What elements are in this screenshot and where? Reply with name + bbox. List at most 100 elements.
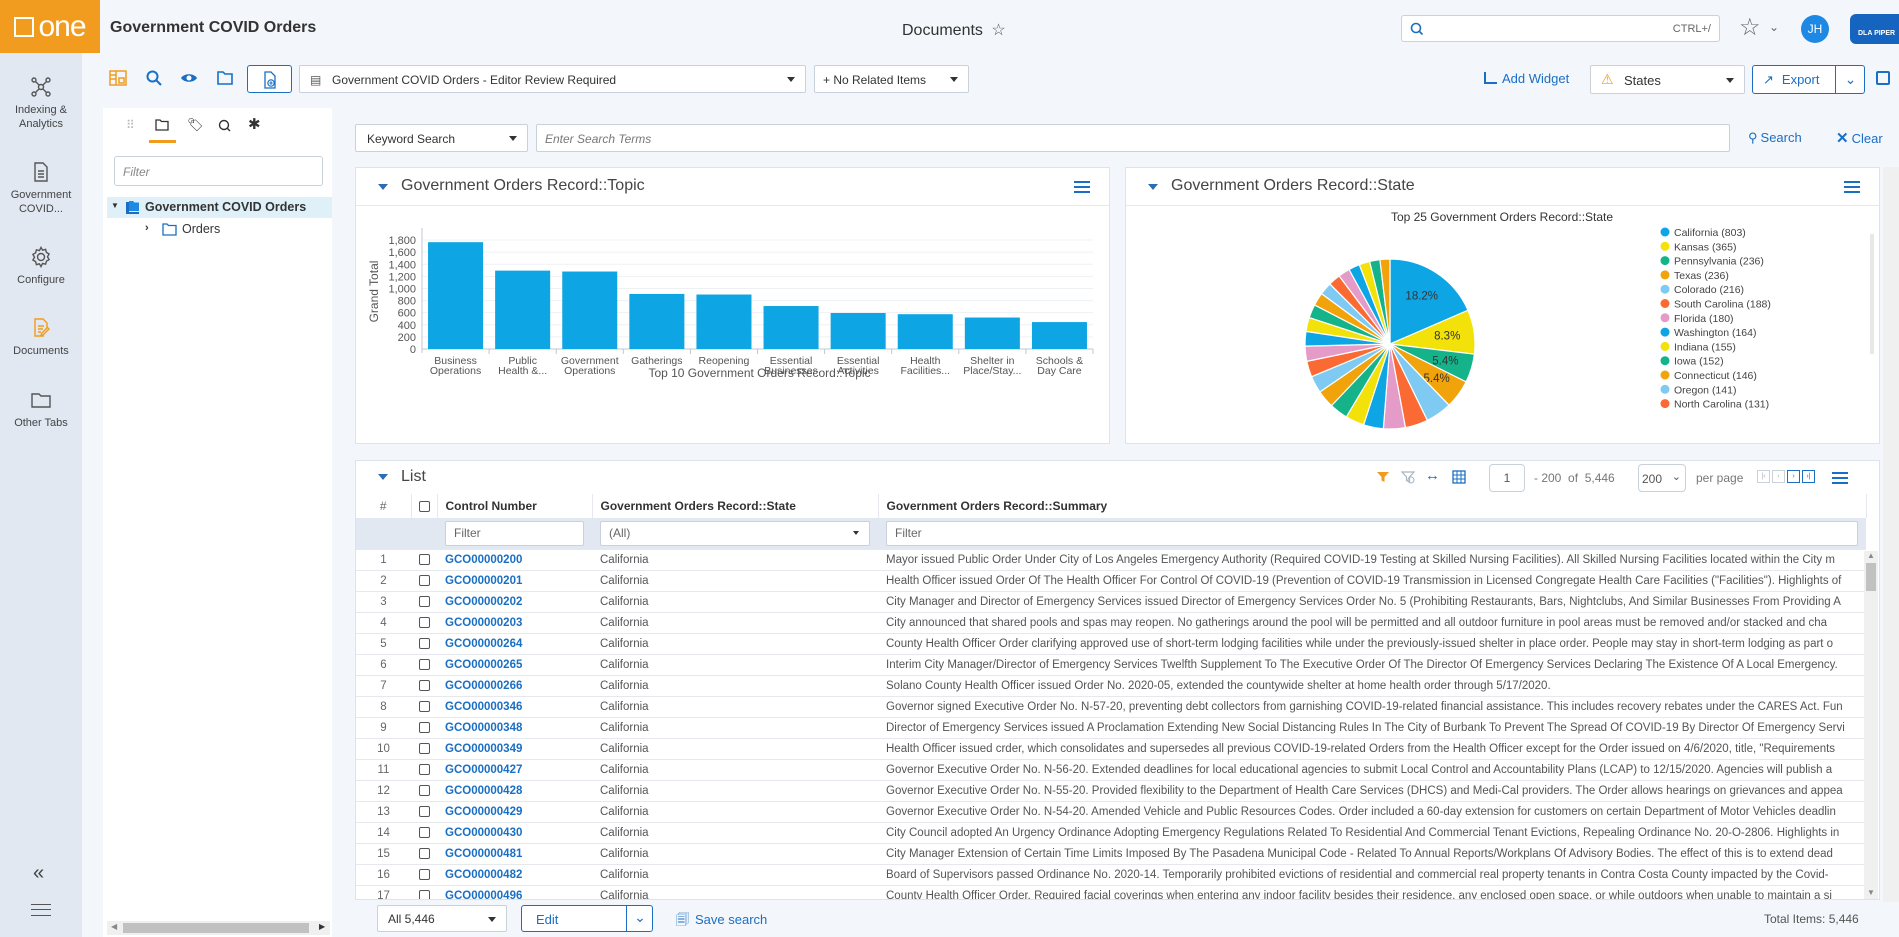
row-checkbox[interactable]	[411, 864, 437, 886]
row-checkbox[interactable]	[411, 633, 437, 655]
table-row[interactable]: 14 GCO00000430 California City Council adop…	[356, 822, 1866, 844]
column-header-control-number[interactable]: Control Number	[437, 494, 593, 518]
clear-filter-icon[interactable]	[1401, 470, 1415, 484]
chevron-right-icon[interactable]: ›	[145, 222, 149, 234]
row-checkbox[interactable]	[411, 717, 437, 739]
row-checkbox[interactable]	[411, 759, 437, 781]
table-row[interactable]: 15 GCO00000481 California City Manager Exte…	[356, 843, 1866, 865]
nav-item-other-tabs[interactable]: Other Tabs	[0, 388, 82, 430]
scrollbar-thumb[interactable]	[123, 923, 309, 933]
favorite-star-icon[interactable]: ☆	[991, 22, 1005, 39]
row-checkbox[interactable]	[411, 654, 437, 676]
collapse-caret-icon[interactable]	[378, 184, 388, 190]
asterisk-icon[interactable]: ✱	[248, 115, 261, 133]
control-number-link[interactable]: GCO00000201	[437, 570, 592, 592]
legend-scrollbar[interactable]	[1870, 234, 1874, 354]
summary-filter[interactable]: Filter	[886, 520, 1858, 546]
row-checkbox[interactable]	[411, 822, 437, 844]
row-checkbox[interactable]	[411, 801, 437, 823]
control-number-link[interactable]: GCO00000349	[437, 738, 592, 760]
last-page-button[interactable]: ›|	[1802, 470, 1815, 483]
selection-scope-select[interactable]: All 5,446	[377, 905, 507, 932]
table-row[interactable]: 12 GCO00000428 California Governor Executiv…	[356, 780, 1866, 802]
control-number-link[interactable]: GCO00000496	[437, 885, 592, 899]
row-checkbox[interactable]	[411, 570, 437, 592]
nav-item-government-covid[interactable]: Government COVID...	[0, 160, 82, 216]
control-number-link[interactable]: GCO00000200	[437, 549, 592, 571]
row-checkbox[interactable]	[411, 738, 437, 760]
row-checkbox[interactable]	[411, 696, 437, 718]
double-chevron-left-icon[interactable]: «	[33, 862, 44, 885]
global-search-input[interactable]: CTRL+/	[1401, 15, 1720, 42]
control-number-link[interactable]: GCO00000430	[437, 822, 592, 844]
new-document-button[interactable]	[247, 65, 292, 93]
prev-page-button[interactable]: ‹	[1772, 470, 1785, 483]
first-page-button[interactable]: |‹	[1757, 470, 1770, 483]
tag-icon[interactable]: 🏷	[187, 117, 204, 133]
table-row[interactable]: 8 GCO00000346 California Governor signed Ex…	[356, 696, 1866, 718]
table-row[interactable]: 3 GCO00000202 California City Manager and D…	[356, 591, 1866, 613]
saved-search-select[interactable]: ▤ Government COVID Orders - Editor Revie…	[299, 65, 806, 93]
collapse-caret-icon[interactable]	[378, 474, 388, 480]
drag-handle-icon[interactable]: ⠿	[126, 118, 135, 132]
tree-node-root[interactable]: ▼ Government COVID Orders	[107, 197, 332, 218]
control-number-link[interactable]: GCO00000348	[437, 717, 592, 739]
per-page-select[interactable]: 200 ⌄	[1638, 464, 1686, 492]
related-items-select[interactable]: + No Related Items	[814, 65, 969, 93]
resize-columns-icon[interactable]: ↔	[1425, 467, 1440, 484]
page-number-input[interactable]: 1	[1489, 464, 1525, 492]
layout-grid-icon[interactable]	[1876, 71, 1890, 85]
save-search-button[interactable]: 🗐 Save search	[676, 911, 767, 933]
collapse-caret-icon[interactable]	[1148, 184, 1158, 190]
tree-horizontal-scrollbar[interactable]: ◀ ▶	[107, 921, 330, 935]
row-checkbox[interactable]	[411, 675, 437, 697]
control-number-link[interactable]: GCO00000265	[437, 654, 592, 676]
table-row[interactable]: 6 GCO00000265 California Interim City Manag…	[356, 654, 1866, 676]
nav-item-indexing-analytics[interactable]: Indexing & Analytics	[0, 75, 82, 131]
table-row[interactable]: 2 GCO00000201 California Health Officer iss…	[356, 570, 1866, 592]
chevron-down-icon[interactable]: ⌄	[1769, 20, 1779, 34]
add-widget-button[interactable]: Add Widget	[1484, 71, 1569, 86]
export-dropdown-button[interactable]: ⌄	[1835, 66, 1865, 93]
control-number-link[interactable]: GCO00000264	[437, 633, 592, 655]
eye-icon[interactable]	[180, 69, 198, 87]
control-number-link[interactable]: GCO00000346	[437, 696, 592, 718]
filter-icon[interactable]	[1376, 470, 1390, 484]
nav-item-configure[interactable]: Configure	[0, 245, 82, 287]
control-number-filter[interactable]: Filter	[445, 520, 584, 546]
table-row[interactable]: 5 GCO00000264 California County Health Offi…	[356, 633, 1866, 655]
select-all-checkbox[interactable]	[411, 494, 438, 518]
control-number-link[interactable]: GCO00000429	[437, 801, 592, 823]
user-avatar[interactable]: JH	[1801, 15, 1829, 43]
table-row[interactable]: 17 GCO00000496 California County Health Off…	[356, 885, 1866, 899]
widget-menu-icon[interactable]	[1844, 181, 1860, 193]
control-number-link[interactable]: GCO00000481	[437, 843, 592, 865]
tree-filter-input[interactable]: Filter	[114, 156, 323, 186]
control-number-link[interactable]: GCO00000266	[437, 675, 592, 697]
table-row[interactable]: 9 GCO00000348 California Director of Emerge…	[356, 717, 1866, 739]
state-filter-select[interactable]: (All)	[600, 520, 870, 546]
search-icon[interactable]	[145, 69, 163, 87]
control-number-link[interactable]: GCO00000427	[437, 759, 592, 781]
states-select[interactable]: ⚠ States	[1590, 65, 1745, 94]
next-page-button[interactable]: ›	[1787, 470, 1800, 483]
favorites-star-icon[interactable]: ☆	[1739, 13, 1761, 42]
list-vertical-scrollbar[interactable]: ▲ ▼	[1864, 551, 1878, 899]
folder-tab-icon[interactable]	[155, 119, 169, 131]
table-row[interactable]: 7 GCO00000266 California Solano County Heal…	[356, 675, 1866, 697]
edit-dropdown-button[interactable]: ⌄	[626, 906, 653, 931]
row-checkbox[interactable]	[411, 612, 437, 634]
export-button[interactable]: ↗ Export	[1753, 66, 1835, 93]
widget-menu-icon[interactable]	[1074, 181, 1090, 193]
row-checkbox[interactable]	[411, 591, 437, 613]
control-number-link[interactable]: GCO00000482	[437, 864, 592, 886]
row-checkbox[interactable]	[411, 843, 437, 865]
row-checkbox[interactable]	[411, 780, 437, 802]
search-terms-input[interactable]: Enter Search Terms	[536, 124, 1730, 152]
search-type-select[interactable]: Keyword Search	[355, 124, 528, 152]
caret-down-icon[interactable]: ▼	[111, 201, 119, 210]
control-number-link[interactable]: GCO00000428	[437, 780, 592, 802]
table-row[interactable]: 13 GCO00000429 California Governor Executiv…	[356, 801, 1866, 823]
table-row[interactable]: 10 GCO00000349 California Health Officer is…	[356, 738, 1866, 760]
app-logo[interactable]: one	[0, 0, 100, 53]
